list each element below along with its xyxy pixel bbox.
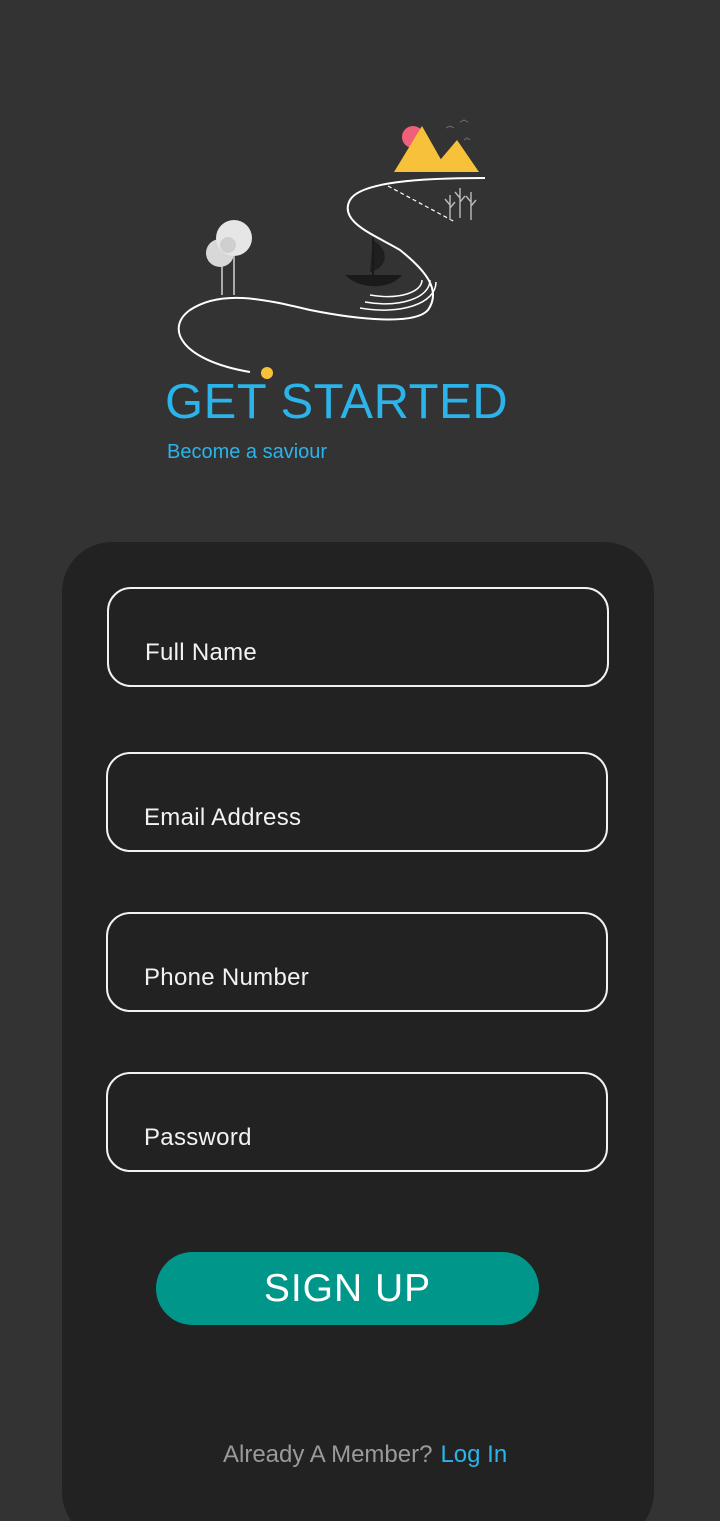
log-in-link[interactable]: Log In	[440, 1441, 507, 1468]
full-name-field[interactable]: Full Name	[107, 587, 609, 687]
page-title: GET STARTED	[165, 375, 509, 429]
tree-icon	[206, 220, 252, 295]
login-prompt: Already A Member? Log In	[223, 1441, 507, 1469]
already-member-text: Already A Member?	[223, 1441, 433, 1468]
signup-screen: GET STARTED Become a saviour Full Name E…	[0, 0, 720, 1521]
full-name-label: Full Name	[145, 639, 258, 666]
password-field[interactable]: Password	[106, 1072, 608, 1172]
journey-illustration	[177, 119, 486, 379]
phone-field[interactable]: Phone Number	[106, 912, 608, 1012]
password-label: Password	[144, 1124, 252, 1151]
page-subtitle: Become a saviour	[167, 441, 328, 463]
phone-label: Phone Number	[144, 964, 310, 991]
signup-card	[62, 542, 654, 1521]
email-label: Email Address	[144, 804, 302, 831]
bird-icon	[445, 119, 471, 141]
sign-up-button[interactable]: SIGN UP	[156, 1252, 539, 1325]
email-field[interactable]: Email Address	[106, 752, 608, 852]
